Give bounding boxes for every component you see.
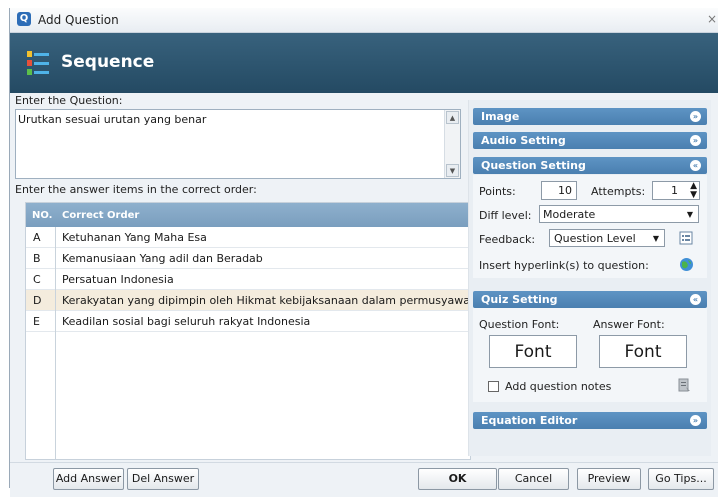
question-notes-label: Add question notes xyxy=(505,380,612,393)
row-answer: Kerakyatan yang dipimpin oleh Hikmat keb… xyxy=(62,294,484,307)
attempts-stepper[interactable]: 1 ▲ ▼ xyxy=(652,181,700,200)
section-question-setting[interactable]: Question Setting « xyxy=(473,157,707,174)
go-tips-button[interactable]: Go Tips... xyxy=(648,468,714,490)
hyperlink-label: Insert hyperlink(s) to question: xyxy=(479,259,649,272)
attempts-label: Attempts: xyxy=(591,185,646,198)
section-audio[interactable]: Audio Setting » xyxy=(473,132,707,149)
question-type-header: Sequence xyxy=(10,33,718,93)
scroll-up-icon[interactable]: ▲ xyxy=(446,111,459,124)
dialog-footer: Add Answer Del Answer OK Cancel Preview … xyxy=(10,462,718,497)
table-row[interactable]: E Keadilan sosial bagi seluruh rakyat In… xyxy=(26,311,470,332)
answer-font-label: Answer Font: xyxy=(593,318,665,331)
points-field[interactable]: 10 xyxy=(541,181,577,200)
row-number: E xyxy=(33,315,40,328)
window-title: Add Question xyxy=(38,13,119,27)
app-icon: Q xyxy=(17,12,31,26)
answer-font-button[interactable]: Font xyxy=(599,335,687,368)
section-equation-editor[interactable]: Equation Editor » xyxy=(473,412,707,429)
row-answer: Persatuan Indonesia xyxy=(62,273,174,286)
expand-icon[interactable]: » xyxy=(690,111,701,122)
ok-button[interactable]: OK xyxy=(418,468,497,490)
cancel-button[interactable]: Cancel xyxy=(498,468,569,490)
collapse-icon[interactable]: « xyxy=(690,160,701,171)
row-answer: Kemanusiaan Yang adil dan Beradab xyxy=(62,252,263,265)
row-number: B xyxy=(33,252,41,265)
preview-button[interactable]: Preview xyxy=(577,468,641,490)
question-label: Enter the Question: xyxy=(15,94,123,107)
numbered-list-icon xyxy=(27,51,49,75)
row-number: D xyxy=(33,294,42,307)
settings-panel: Image » Audio Setting » Question Setting… xyxy=(468,100,711,456)
feedback-value: Question Level xyxy=(554,232,636,245)
row-answer: Keadilan sosial bagi seluruh rakyat Indo… xyxy=(62,315,311,328)
section-image[interactable]: Image » xyxy=(473,108,707,125)
question-type-title: Sequence xyxy=(61,52,155,72)
globe-link-icon[interactable] xyxy=(679,257,694,272)
column-divider xyxy=(55,227,56,459)
diff-level-select[interactable]: Moderate ▼ xyxy=(539,205,699,223)
row-number: C xyxy=(33,273,41,286)
scroll-down-icon[interactable]: ▼ xyxy=(446,164,459,177)
feedback-label: Feedback: xyxy=(479,233,536,246)
section-question-setting-title: Question Setting xyxy=(481,159,586,172)
column-header-no: NO. xyxy=(32,210,53,221)
chevron-down-icon: ▼ xyxy=(686,210,693,219)
del-answer-button[interactable]: Del Answer xyxy=(127,468,199,490)
diff-level-label: Diff level: xyxy=(479,209,532,222)
expand-icon[interactable]: » xyxy=(690,415,701,426)
row-answer: Ketuhanan Yang Maha Esa xyxy=(62,231,207,244)
question-font-button[interactable]: Font xyxy=(489,335,577,368)
question-notes-checkbox[interactable] xyxy=(488,381,499,392)
table-row-selected[interactable]: D Kerakyatan yang dipimpin oleh Hikmat k… xyxy=(26,290,484,311)
question-input[interactable]: Urutkan sesuai urutan yang benar ▲ ▼ xyxy=(15,109,461,179)
feedback-select[interactable]: Question Level ▼ xyxy=(549,229,665,247)
question-scrollbar[interactable]: ▲ ▼ xyxy=(444,110,460,178)
section-image-title: Image xyxy=(481,110,520,123)
table-row[interactable]: C Persatuan Indonesia xyxy=(26,269,470,290)
attempts-value: 1 xyxy=(671,184,678,197)
title-bar: Q Add Question × xyxy=(10,8,718,33)
expand-icon[interactable]: » xyxy=(690,135,701,146)
points-label: Points: xyxy=(479,185,516,198)
answers-label: Enter the answer items in the correct or… xyxy=(15,183,257,196)
section-quiz-setting[interactable]: Quiz Setting « xyxy=(473,291,707,308)
answers-table: NO. Correct Order A Ketuhanan Yang Maha … xyxy=(25,202,484,460)
collapse-icon[interactable]: « xyxy=(690,294,701,305)
question-font-label: Question Font: xyxy=(479,318,560,331)
question-setting-body: Points: 10 Attempts: 1 ▲ ▼ Diff level: Mo… xyxy=(473,175,707,278)
spinner-icon[interactable]: ▲ ▼ xyxy=(690,182,697,200)
chevron-down-icon: ▼ xyxy=(652,234,659,243)
diff-level-value: Moderate xyxy=(543,208,596,221)
column-header-correct-order: Correct Order xyxy=(62,210,140,221)
table-header: NO. Correct Order xyxy=(26,203,470,227)
table-row[interactable]: A Ketuhanan Yang Maha Esa xyxy=(26,227,470,248)
section-audio-title: Audio Setting xyxy=(481,134,566,147)
question-text: Urutkan sesuai urutan yang benar xyxy=(18,113,207,126)
row-number: A xyxy=(33,231,41,244)
quiz-setting-body: Question Font: Answer Font: Font Font Ad… xyxy=(473,308,707,402)
section-quiz-setting-title: Quiz Setting xyxy=(481,293,558,306)
dialog-window: Q Add Question × Sequence Enter the Ques… xyxy=(9,8,718,497)
notes-icon[interactable] xyxy=(677,378,691,392)
table-row[interactable]: B Kemanusiaan Yang adil dan Beradab xyxy=(26,248,470,269)
close-icon[interactable]: × xyxy=(707,12,717,26)
add-answer-button[interactable]: Add Answer xyxy=(53,468,124,490)
feedback-edit-icon[interactable] xyxy=(679,231,693,245)
section-equation-editor-title: Equation Editor xyxy=(481,414,578,427)
